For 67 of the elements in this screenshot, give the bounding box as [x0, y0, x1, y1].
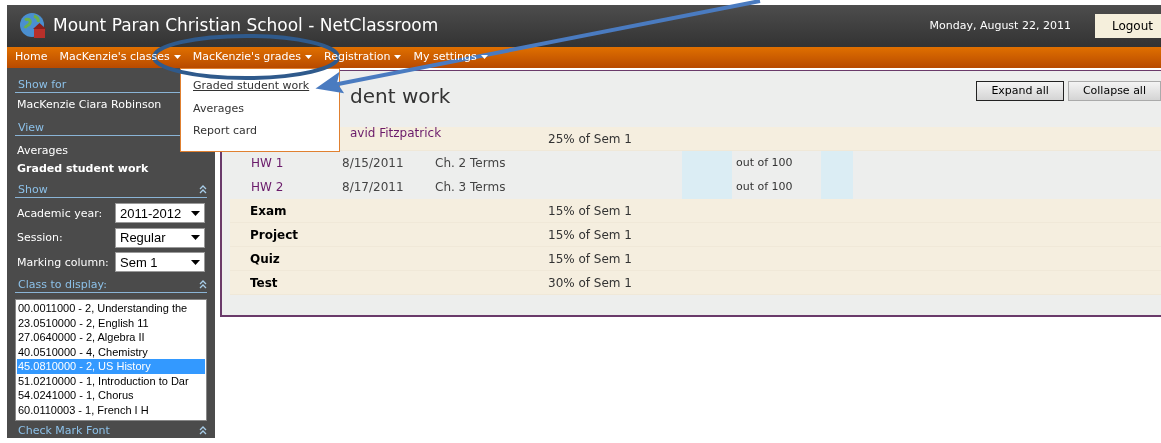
category-name: Exam — [249, 202, 288, 220]
section-heading: Check Mark Font — [17, 424, 110, 436]
section-heading: Class to display: — [17, 278, 107, 290]
category-weight: 15% of Sem 1 — [548, 226, 632, 244]
toolbar-button[interactable]: Expand all — [976, 81, 1064, 101]
assignment-description: Ch. 3 Terms — [435, 179, 507, 196]
class-option[interactable]: 00.0011000 - 2, Understanding the — [17, 301, 205, 316]
category-name: Project — [249, 226, 300, 244]
current-date: Monday, August 22, 2011 — [929, 17, 1071, 34]
assignment-link[interactable]: HW 2 — [230, 178, 342, 196]
out-of-text: out of 100 — [735, 154, 794, 171]
assignment-link[interactable]: HW 1 — [230, 154, 342, 172]
menu-item[interactable]: Report card — [193, 123, 258, 140]
score-cell — [821, 175, 853, 199]
globe-school-icon — [19, 12, 47, 40]
student-name: MacKenzie Ciara Robinson — [17, 98, 162, 110]
class-option[interactable]: 23.0510000 - 2, English 11 — [17, 315, 205, 330]
class-option[interactable]: 54.0241000 - 1, Chorus — [17, 388, 205, 403]
nav-link[interactable]: My settings — [413, 49, 488, 66]
category-weight: 15% of Sem 1 — [548, 250, 632, 268]
caret-icon — [480, 55, 488, 60]
score-cell — [821, 151, 853, 175]
app-title: Mount Paran Christian School - NetClassroom — [53, 14, 439, 38]
menu-item[interactable]: Averages — [193, 100, 244, 117]
view-link[interactable]: Graded student work — [17, 162, 149, 174]
class-option[interactable]: 51.0210000 - 1, Introduction to Dar — [17, 373, 205, 388]
nav-link[interactable]: MacKenzie's grades — [192, 49, 313, 66]
toolbar-button[interactable]: Collapse all — [1067, 81, 1161, 101]
caret-icon — [173, 55, 181, 60]
teacher-name: avid Fitzpatrick — [350, 126, 442, 140]
class-option[interactable]: 40.0510000 - 4, Chemistry — [17, 344, 205, 359]
section-heading: Show for — [17, 78, 67, 90]
caret-icon — [394, 55, 402, 60]
dropdown-field[interactable]: 2011-2012 — [115, 203, 205, 223]
dropdown-field[interactable]: Sem 1 — [115, 252, 205, 272]
category-weight: 15% of Sem 1 — [548, 202, 632, 220]
category-name: Quiz — [249, 250, 281, 268]
page-title: dent work — [350, 83, 451, 110]
caret-icon — [305, 55, 313, 60]
class-listbox[interactable] — [15, 299, 207, 421]
assignment-date: 8/15/2011 — [342, 155, 405, 172]
class-option[interactable]: 60.0110003 - 1, French I H — [17, 402, 205, 417]
score-cell — [682, 151, 732, 175]
category-weight: 25% of Sem 1 — [548, 130, 632, 148]
assignment-date: 8/17/2011 — [342, 179, 405, 196]
collapse-icon[interactable] — [199, 184, 207, 194]
dropdown-arrow-icon — [191, 235, 200, 240]
dropdown-arrow-icon — [191, 210, 200, 216]
out-of-text: out of 100 — [735, 178, 794, 195]
score-cell — [682, 175, 732, 199]
dropdown-field[interactable]: Regular — [115, 227, 205, 248]
section-heading: View — [17, 121, 45, 133]
category-weight: 30% of Sem 1 — [548, 274, 632, 292]
category-name: Test — [249, 274, 279, 292]
menu-item[interactable]: Graded student work — [193, 78, 310, 95]
view-link[interactable]: Averages — [17, 144, 68, 156]
nav-link[interactable]: Home — [15, 49, 48, 66]
dropdown-arrow-icon — [191, 259, 200, 265]
field-label: Marking column: — [17, 256, 109, 268]
collapse-icon[interactable] — [199, 279, 207, 289]
field-label: Academic year: — [17, 207, 103, 219]
logout-button[interactable]: Logout — [1094, 14, 1161, 38]
assignment-description: Ch. 2 Terms — [435, 155, 507, 172]
class-option[interactable]: 27.0640000 - 2, Algebra II — [17, 330, 205, 345]
collapse-icon[interactable] — [199, 425, 207, 435]
section-heading: Show — [17, 183, 48, 195]
field-label: Session: — [17, 232, 63, 243]
